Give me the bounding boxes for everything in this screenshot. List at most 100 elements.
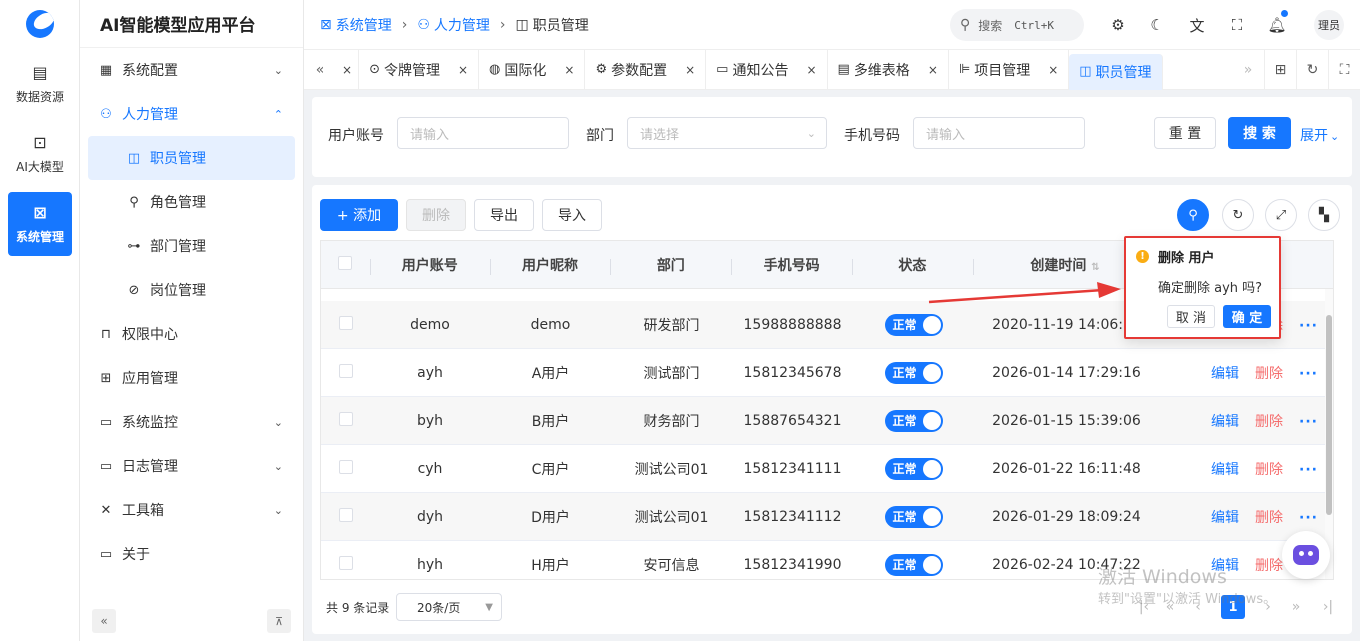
column-header[interactable]: 用户昵称 [489,255,611,275]
phone-input[interactable]: 请输入 [913,117,1085,149]
delete-link[interactable]: 删除 [1255,414,1283,430]
close-icon[interactable]: × [1048,63,1058,77]
avatar[interactable]: 理员 [1314,10,1344,40]
delete-link[interactable]: 删除 [1255,510,1283,526]
column-header[interactable]: 手机号码 [731,255,852,275]
rail-item-system[interactable]: ⊠ 系统管理 [8,192,72,256]
row-checkbox[interactable] [338,411,353,426]
more-actions-icon[interactable]: ··· [1299,462,1318,478]
fullscreen-icon[interactable]: ⛶ [1226,14,1248,36]
tab-i18n[interactable]: ◍ 国际化 × [479,49,586,90]
sidebar-item-monitor[interactable]: ▭ 系统监控 ⌄ [80,400,303,444]
tab-close-hidden[interactable]: × [336,49,360,90]
tabs-grid-icon[interactable]: ⊞ [1264,50,1296,90]
tab-notice[interactable]: ▭ 通知公告 × [706,49,828,90]
last-page-button[interactable]: ›| [1316,595,1340,619]
close-icon[interactable]: × [564,63,574,77]
maximize-icon[interactable]: ⛶ [1328,50,1360,90]
translate-icon[interactable]: 文 [1186,14,1208,36]
refresh-icon[interactable]: ↻ [1296,50,1328,90]
status-switch[interactable]: 正常 [884,313,943,336]
status-switch[interactable]: 正常 [884,553,943,576]
refresh-button[interactable]: ↻ [1222,199,1254,231]
expand-link[interactable]: 展开 ⌄ [1300,125,1339,145]
tab-staff[interactable]: ◫ 职员管理 [1069,53,1163,90]
more-actions-icon[interactable]: ··· [1299,366,1318,382]
delete-link[interactable]: 删除 [1255,462,1283,478]
pin-icon[interactable]: ⊼ [267,609,291,633]
column-header[interactable]: 状态 [851,255,973,275]
edit-link[interactable]: 编辑 [1211,366,1239,382]
sidebar-item-post[interactable]: ⊘ 岗位管理 [88,268,295,312]
tabs-scroll-left-button[interactable]: « [304,50,336,90]
tab-table[interactable]: ▤ 多维表格 × [828,49,949,90]
rail-item-ai-model[interactable]: ⊡ AI大模型 [8,122,72,186]
sidebar-item-permission[interactable]: ⊓ 权限中心 [80,312,303,356]
page-size-select[interactable]: 20条/页 ▼ [396,593,502,621]
collapse-sidebar-button[interactable]: « [92,609,116,633]
dark-mode-icon[interactable]: ☾ [1146,14,1168,36]
select-all-checkbox[interactable] [338,255,353,270]
status-switch[interactable]: 正常 [884,505,943,528]
sidebar-item-about[interactable]: ▭ 关于 [80,532,303,576]
export-button[interactable]: 导出 [474,199,534,231]
breadcrumb-item-hr[interactable]: ⚇ 人力管理 [417,15,490,35]
row-checkbox[interactable] [338,459,353,474]
add-button[interactable]: + 添加 [320,199,398,231]
close-icon[interactable]: × [342,63,352,77]
tab-token[interactable]: ⊙ 令牌管理 × [359,49,480,90]
rail-item-data-resource[interactable]: ▤ 数据资源 [8,52,72,116]
edit-link[interactable]: 编辑 [1211,510,1239,526]
confirm-button[interactable]: 确 定 [1223,305,1271,328]
sidebar-item-staff[interactable]: ◫ 职员管理 [88,136,295,180]
account-input[interactable]: 请输入 [397,117,569,149]
dept-select[interactable]: 请选择 ⌄ [627,117,827,149]
sidebar-item-role[interactable]: ⚲ 角色管理 [88,180,295,224]
more-actions-icon[interactable]: ··· [1299,510,1318,526]
search-button[interactable]: 搜 索 [1228,117,1291,149]
delete-link[interactable]: 删除 [1255,366,1283,382]
row-checkbox[interactable] [338,315,353,330]
sidebar-item-log[interactable]: ▭ 日志管理 ⌄ [80,444,303,488]
row-checkbox[interactable] [338,555,353,570]
toggle-search-button[interactable]: ⚲ [1177,199,1209,231]
delete-link[interactable]: 删除 [1255,558,1283,574]
tab-params[interactable]: ⚙ 参数配置 × [585,49,707,90]
import-button[interactable]: 导入 [542,199,602,231]
tab-project[interactable]: ⊫ 项目管理 × [949,49,1070,90]
cancel-button[interactable]: 取 消 [1167,305,1215,328]
density-button[interactable]: ⤢ [1265,199,1297,231]
breadcrumb-item-system[interactable]: ⊠ 系统管理 [320,15,392,35]
status-switch[interactable]: 正常 [884,457,943,480]
table-row[interactable]: ayh A用户 测试部门 15812345678 正常 2026-01-14 17:29:… [321,349,1333,397]
more-actions-icon[interactable]: ··· [1299,318,1318,334]
table-row[interactable]: byh B用户 财务部门 15887654321 正常 2026-01-15 15:39:… [321,397,1333,445]
sidebar-item-system-config[interactable]: ▦ 系统配置 ⌄ [80,48,303,92]
close-icon[interactable]: × [685,63,695,77]
close-icon[interactable]: × [458,63,468,77]
edit-link[interactable]: 编辑 [1211,462,1239,478]
bell-icon[interactable]: 🔔︎ [1266,10,1288,36]
sidebar-item-apps[interactable]: ⊞ 应用管理 [80,356,303,400]
status-switch[interactable]: 正常 [884,361,943,384]
edit-link[interactable]: 编辑 [1211,414,1239,430]
column-header[interactable]: 部门 [610,255,731,275]
row-checkbox[interactable] [338,507,353,522]
sidebar-item-department[interactable]: ⊶ 部门管理 [88,224,295,268]
more-actions-icon[interactable]: ··· [1299,414,1318,430]
table-row[interactable]: dyh D用户 测试公司01 15812341112 正常 2026-01-29 18:0… [321,493,1333,541]
row-checkbox[interactable] [338,363,353,378]
sidebar-item-tools[interactable]: ✕ 工具箱 ⌄ [80,488,303,532]
sidebar-item-hr[interactable]: ⚇ 人力管理 ⌃ [80,92,303,136]
column-settings-button[interactable]: ▚ [1308,199,1340,231]
sort-icon[interactable]: ⇅ [1091,262,1099,273]
settings-icon[interactable]: ⚙ [1107,14,1129,36]
scrollbar-thumb[interactable] [1326,315,1332,515]
close-icon[interactable]: × [806,63,816,77]
close-icon[interactable]: × [928,63,938,77]
next-group-button[interactable]: » [1284,595,1308,619]
tabs-scroll-right-button[interactable]: » [1232,50,1264,90]
assistant-button[interactable] [1282,531,1330,579]
global-search[interactable]: ⚲ 搜索 Ctrl+K [950,9,1084,41]
table-row[interactable]: cyh C用户 测试公司01 15812341111 正常 2026-01-22 16:1… [321,445,1333,493]
